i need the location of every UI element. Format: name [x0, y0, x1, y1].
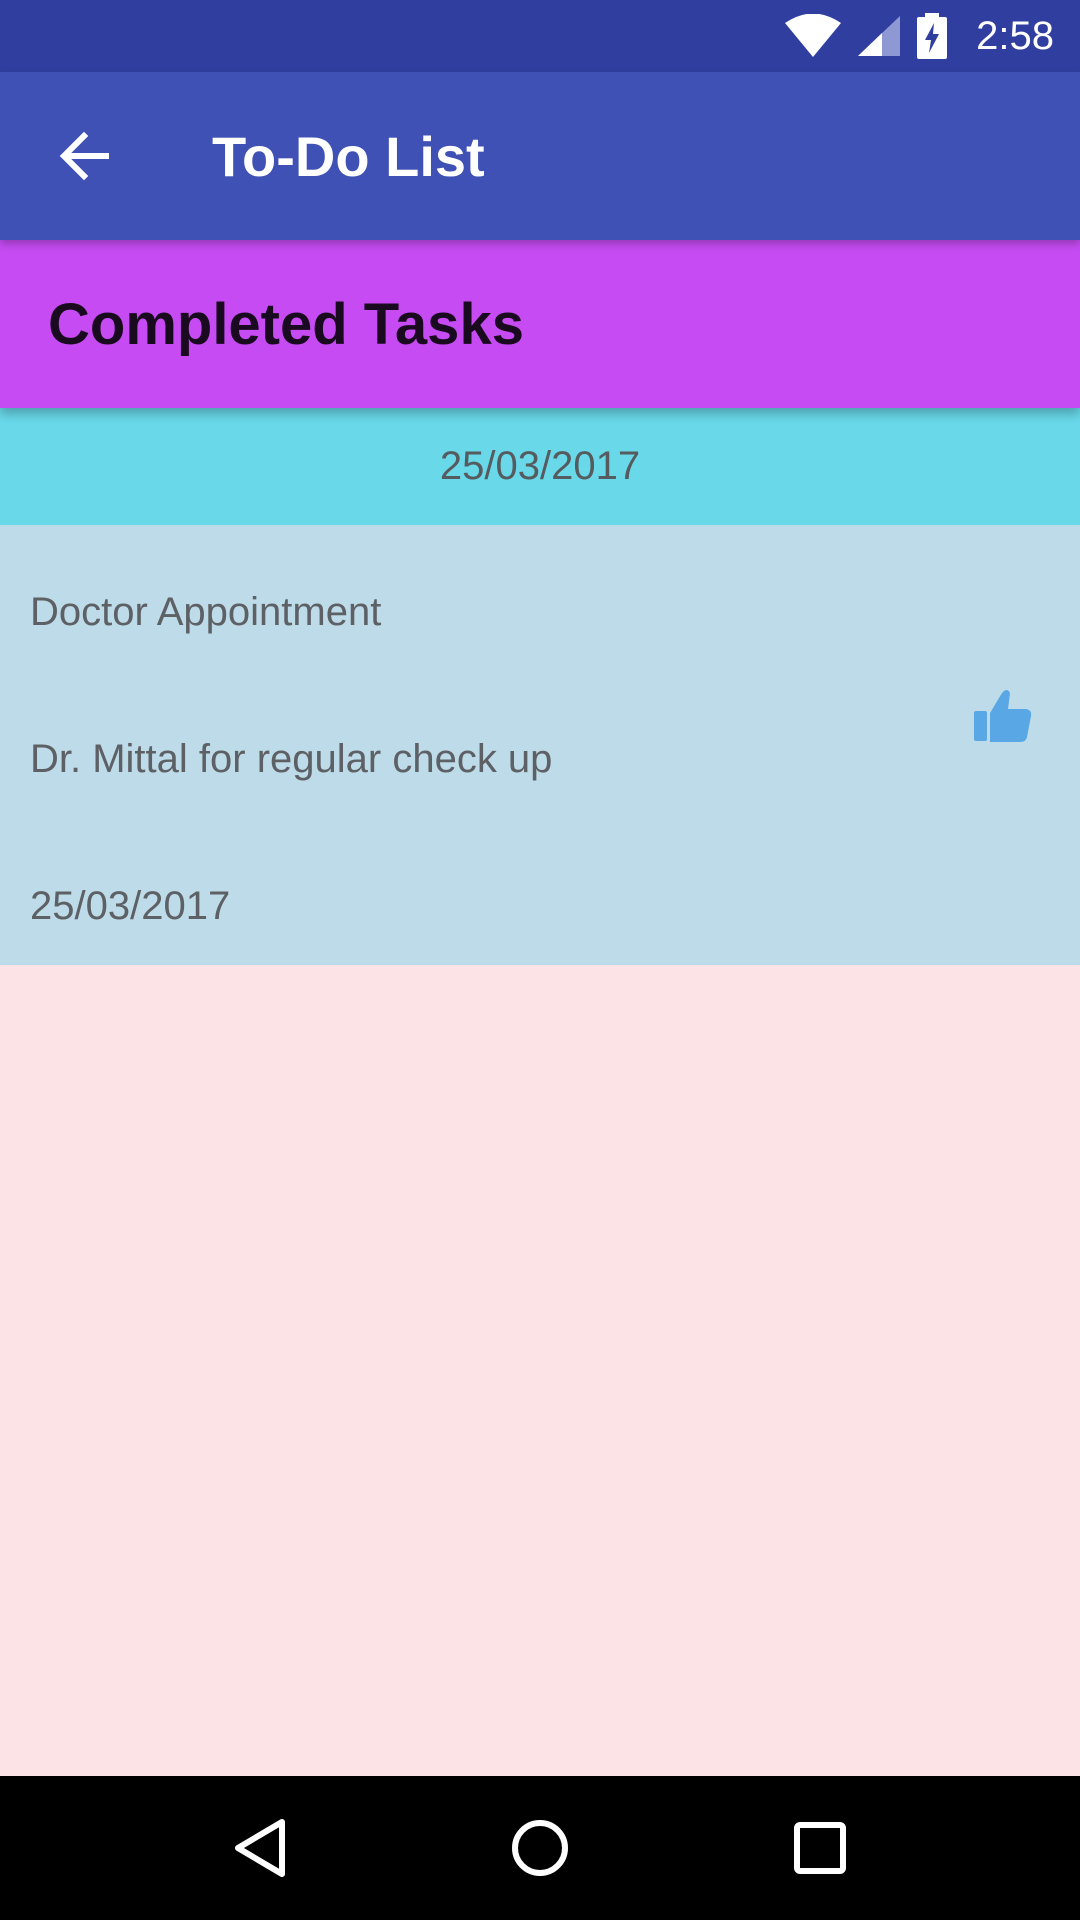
section-header: Completed Tasks [0, 240, 1080, 408]
nav-home-icon [512, 1820, 568, 1876]
status-time: 2:58 [976, 13, 1054, 58]
thumbs-up-icon[interactable] [972, 685, 1034, 747]
status-icons: 2:58 [784, 12, 1054, 60]
screen: 2:58 To-Do List Completed Tasks 25/03/20… [0, 0, 1080, 1920]
nav-back-icon [235, 1819, 285, 1877]
nav-recents-button[interactable] [765, 1793, 875, 1903]
task-title: Doctor Appointment [30, 590, 382, 634]
date-group-label: 25/03/2017 [439, 444, 641, 488]
navigation-bar [0, 1776, 1080, 1920]
app-bar: To-Do List [0, 72, 1080, 240]
nav-home-button[interactable] [485, 1793, 595, 1903]
nav-back-button[interactable] [205, 1793, 315, 1903]
date-group-header: 25/03/2017 [0, 408, 1080, 525]
back-button[interactable] [36, 108, 132, 204]
task-date: 25/03/2017 [30, 884, 231, 928]
battery-charging-icon [917, 13, 948, 59]
task-description: Dr. Mittal for regular check up [30, 737, 553, 781]
status-bar: 2:58 [0, 0, 1080, 72]
section-title: Completed Tasks [48, 291, 524, 357]
arrow-back-icon [59, 131, 109, 181]
nav-recents-icon [794, 1822, 846, 1874]
app-title: To-Do List [212, 124, 485, 188]
wifi-icon [785, 14, 842, 57]
signal-icon [858, 16, 901, 56]
